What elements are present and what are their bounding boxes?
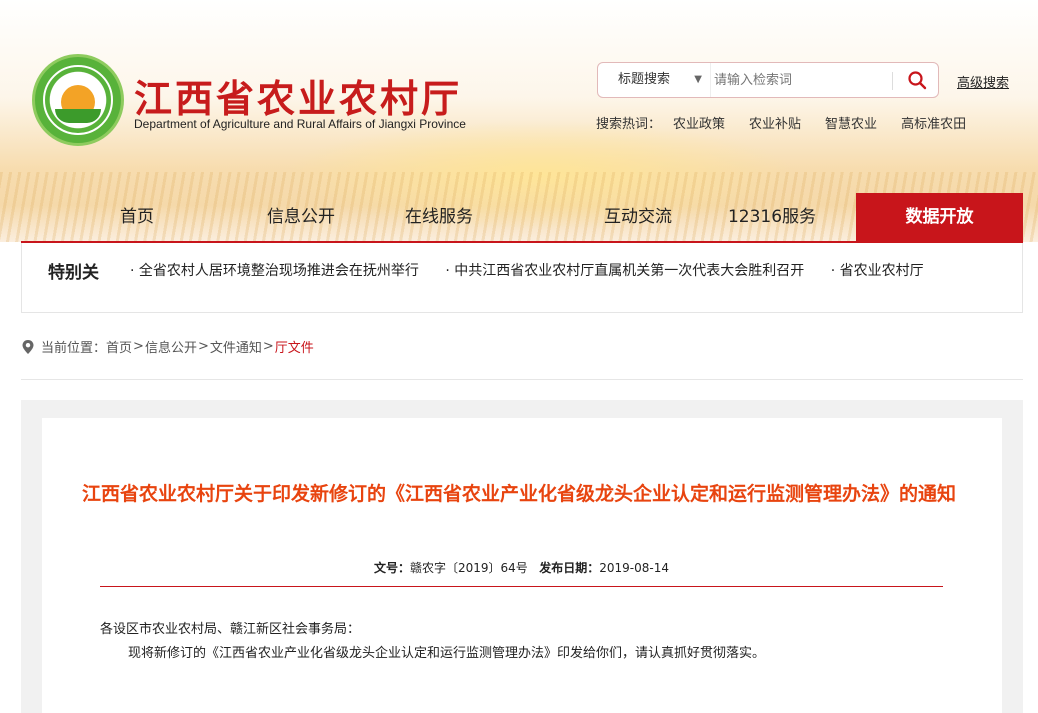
site-subtitle: Department of Agriculture and Rural Affa… <box>134 117 466 131</box>
breadcrumb-home[interactable]: 首页 <box>106 337 132 356</box>
breadcrumb-separator: > <box>262 339 274 354</box>
document-body: 各设区市农业农村局、赣江新区社会事务局： 现将新修订的《江西省农业产业化省级龙头… <box>100 618 943 666</box>
ticker-items: · 全省农村人居环境整治现场推进会在抚州举行 · 中共江西省农业农村厅直属机关第… <box>130 260 1000 280</box>
breadcrumb-divider <box>21 379 1023 380</box>
nav-item-online-services[interactable]: 在线服务 <box>388 193 490 241</box>
publish-date-label: 发布日期： <box>539 561 600 575</box>
breadcrumb-prefix: 当前位置： <box>41 341 107 356</box>
breadcrumb-separator: > <box>133 339 144 354</box>
document-title: 江西省农业农村厅关于印发新修订的《江西省农业产业化省级龙头企业认定和运行监测管理… <box>81 483 956 505</box>
hotword-link[interactable]: 农业政策 <box>673 113 725 132</box>
hotword-link[interactable]: 智慧农业 <box>825 113 877 132</box>
search-box: 标题搜索 ▼ <box>597 62 939 98</box>
ticker-item[interactable]: · 省农业农村厅 <box>831 263 924 279</box>
document-meta: 文号：赣农字〔2019〕64号 发布日期：2019-08-14 <box>100 559 943 576</box>
site-logo[interactable] <box>32 54 124 146</box>
doc-number-label: 文号： <box>373 561 410 575</box>
main-nav: 首页 信息公开 在线服务 互动交流 12316服务 数据开放 <box>0 193 1038 241</box>
search-type-select[interactable]: 标题搜索 ▼ <box>598 63 711 97</box>
search-input[interactable] <box>714 67 890 93</box>
breadcrumb-current[interactable]: 厅文件 <box>275 337 314 356</box>
nav-item-home[interactable]: 首页 <box>88 193 186 241</box>
search-type-label: 标题搜索 <box>618 72 671 87</box>
breadcrumb: 当前位置： 首页 > 信息公开 > 文件通知 > 厅文件 <box>21 337 314 356</box>
chevron-down-icon: ▼ <box>694 74 702 85</box>
breadcrumb-file-notices[interactable]: 文件通知 <box>210 337 262 356</box>
location-pin-icon <box>22 339 34 354</box>
breadcrumb-separator: > <box>197 339 209 354</box>
breadcrumb-info-disclosure[interactable]: 信息公开 <box>145 337 197 356</box>
hotwords-label: 搜索热词： <box>596 117 662 132</box>
special-focus-ticker: 特别关 · 全省农村人居环境整治现场推进会在抚州举行 · 中共江西省农业农村厅直… <box>21 243 1023 313</box>
publish-date: 2019-08-14 <box>599 561 670 575</box>
search-divider <box>892 72 893 90</box>
meta-divider <box>100 586 943 587</box>
nav-item-interaction[interactable]: 互动交流 <box>587 193 689 241</box>
nav-item-12316-service[interactable]: 12316服务 <box>718 193 826 241</box>
ticker-label: 特别关 <box>48 263 99 283</box>
document-paragraph: 现将新修订的《江西省农业产业化省级龙头企业认定和运行监测管理办法》印发给你们，请… <box>128 646 766 661</box>
logo-field-icon <box>55 109 101 123</box>
search-icon <box>908 71 927 90</box>
site-title[interactable]: 江西省农业农村厅 <box>134 68 462 123</box>
search-hotwords: 搜索热词： 农业政策 农业补贴 智慧农业 高标准农田 <box>596 113 990 132</box>
ticker-item[interactable]: · 全省农村人居环境整治现场推进会在抚州举行 <box>130 263 419 279</box>
hotword-link[interactable]: 高标准农田 <box>901 113 966 132</box>
hotword-link[interactable]: 农业补贴 <box>749 113 801 132</box>
doc-number: 赣农字〔2019〕64号 <box>409 561 528 575</box>
search-button[interactable] <box>898 65 936 95</box>
document-addressee: 各设区市农业农村局、赣江新区社会事务局： <box>100 622 361 637</box>
nav-item-info-disclosure[interactable]: 信息公开 <box>250 193 352 241</box>
nav-item-open-data[interactable]: 数据开放 <box>856 193 1023 241</box>
advanced-search-link[interactable]: 高级搜索 <box>957 72 1009 91</box>
ticker-item[interactable]: · 中共江西省农业农村厅直属机关第一次代表大会胜利召开 <box>445 263 804 279</box>
